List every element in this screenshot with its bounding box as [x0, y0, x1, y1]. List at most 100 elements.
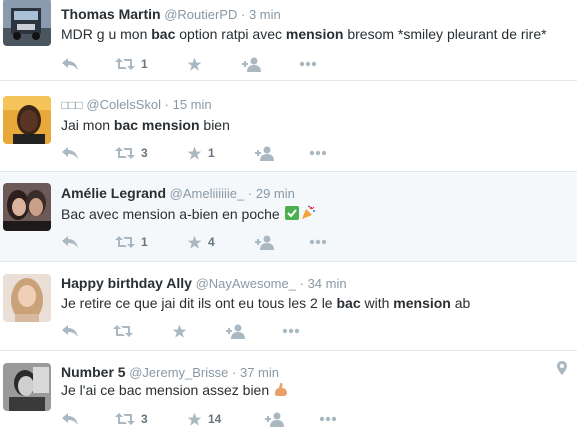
timestamp[interactable]: 34 min [308, 276, 347, 291]
tweet-feed: Thomas Martin @RoutierPD · 3 min MDR g u… [0, 0, 577, 441]
tweet-item[interactable]: □□□ @ColelsSkol · 15 min Jai mon bac men… [0, 81, 577, 172]
retweet-button[interactable]: 3 [115, 144, 148, 162]
user-handle[interactable]: @ColelsSkol [86, 97, 161, 112]
location-pin-icon[interactable] [557, 361, 567, 380]
avatar[interactable] [3, 274, 51, 322]
more-button[interactable] [309, 144, 327, 162]
follow-button[interactable] [265, 410, 285, 428]
separator: · [247, 186, 253, 201]
follow-icon [255, 235, 274, 250]
star-icon [187, 146, 202, 160]
reply-icon [62, 413, 78, 425]
retweet-icon [115, 58, 135, 70]
user-name[interactable]: Happy birthday Ally [61, 275, 192, 291]
tweet-header: Amélie Legrand @Ameliiiiiie_ · 29 min [61, 185, 295, 201]
highlighted-keyword: bac [336, 295, 361, 311]
text-segment: Bac avec mension a-bien en poche [61, 206, 284, 222]
user-handle[interactable]: @RoutierPD [164, 7, 237, 22]
tweet-actions: 1 4 [61, 233, 361, 251]
separator: · [299, 276, 304, 291]
flexed-biceps-icon [273, 381, 289, 400]
like-button[interactable] [187, 55, 208, 73]
follow-button[interactable] [226, 322, 246, 340]
follow-button[interactable] [255, 233, 275, 251]
retweet-icon [115, 413, 135, 425]
user-name[interactable]: Amélie Legrand [61, 185, 166, 201]
tweet-item[interactable]: Number 5 @Jeremy_Brisse · 37 min Je l'ai… [0, 351, 577, 441]
highlighted-keyword: bac mension [113, 117, 200, 133]
retweet-button[interactable] [113, 322, 139, 340]
reply-icon [62, 236, 78, 248]
like-button[interactable]: 4 [187, 233, 215, 251]
text-segment: Je retire ce que jai dit ils ont eu tous… [61, 295, 337, 311]
text-segment: Jai mon [61, 117, 114, 133]
tweet-header: Thomas Martin @RoutierPD · 3 min [61, 6, 281, 22]
avatar[interactable] [3, 96, 51, 144]
more-button[interactable] [282, 322, 300, 340]
like-button[interactable]: 1 [187, 144, 215, 162]
more-button[interactable] [299, 55, 317, 73]
reply-button[interactable] [61, 410, 79, 428]
retweet-button[interactable]: 1 [115, 55, 148, 73]
user-name[interactable]: □□□ [61, 98, 83, 112]
follow-icon [255, 146, 274, 161]
avatar[interactable] [3, 0, 51, 46]
follow-button[interactable] [242, 55, 262, 73]
tweet-item[interactable]: Happy birthday Ally @NayAwesome_ · 34 mi… [0, 262, 577, 351]
tweet-item[interactable]: Amélie Legrand @Ameliiiiiie_ · 29 min Ba… [0, 172, 577, 262]
timestamp[interactable]: 15 min [173, 97, 212, 112]
retweet-count: 3 [141, 146, 148, 160]
retweet-button[interactable]: 3 [115, 410, 148, 428]
more-button[interactable] [309, 233, 327, 251]
user-name[interactable]: Thomas Martin [61, 6, 161, 22]
reply-button[interactable] [61, 322, 79, 340]
like-button[interactable]: 14 [187, 410, 221, 428]
more-button[interactable] [319, 410, 337, 428]
reply-button[interactable] [61, 55, 79, 73]
highlighted-keyword: mension [285, 26, 344, 42]
highlighted-keyword: bac [151, 26, 176, 42]
tweet-actions: 1 [61, 55, 361, 73]
like-count: 14 [208, 412, 222, 426]
star-icon [187, 412, 202, 426]
highlighted-keyword: mension [393, 295, 451, 311]
reply-button[interactable] [61, 144, 79, 162]
follow-button[interactable] [255, 144, 275, 162]
tweet-item[interactable]: Thomas Martin @RoutierPD · 3 min MDR g u… [0, 0, 577, 81]
more-icon [309, 150, 327, 156]
retweet-icon [115, 236, 135, 248]
retweet-icon [113, 325, 133, 337]
tweet-text: Bac avec mension a-bien en poche [61, 205, 316, 224]
user-name[interactable]: Number 5 [61, 364, 126, 380]
more-icon [282, 328, 300, 334]
text-segment: MDR g u mon [61, 26, 152, 42]
timestamp[interactable]: 37 min [240, 365, 279, 380]
text-segment: bresom *smiley pleurant de rire* [343, 26, 547, 42]
separator: · [164, 97, 169, 112]
tweet-header: □□□ @ColelsSkol · 15 min [61, 97, 212, 112]
party-popper-icon [300, 205, 316, 224]
user-handle[interactable]: @NayAwesome_ [196, 276, 296, 291]
like-button[interactable] [172, 322, 193, 340]
more-icon [309, 239, 327, 245]
more-icon [299, 61, 317, 67]
tweet-header: Number 5 @Jeremy_Brisse · 37 min [61, 364, 279, 380]
avatar[interactable] [3, 183, 51, 231]
tweet-text: Jai mon bac mension bien [61, 117, 230, 133]
avatar[interactable] [3, 363, 51, 411]
text-segment: with [360, 295, 394, 311]
tweet-actions [61, 322, 361, 340]
retweet-count: 1 [141, 235, 148, 249]
text-segment: Je l'ai ce bac mension assez bien [61, 382, 274, 398]
retweet-count: 3 [141, 412, 148, 426]
reply-icon [62, 58, 78, 70]
tweet-text: MDR g u mon bac option ratpi avec mensio… [61, 26, 547, 42]
retweet-button[interactable]: 1 [115, 233, 148, 251]
reply-button[interactable] [61, 233, 79, 251]
user-handle[interactable]: @Jeremy_Brisse [129, 365, 228, 380]
user-handle[interactable]: @Ameliiiiiie_ [170, 186, 245, 201]
timestamp[interactable]: 29 min [256, 186, 295, 201]
timestamp[interactable]: 3 min [249, 7, 281, 22]
follow-icon [226, 324, 245, 339]
retweet-count: 1 [141, 57, 148, 71]
